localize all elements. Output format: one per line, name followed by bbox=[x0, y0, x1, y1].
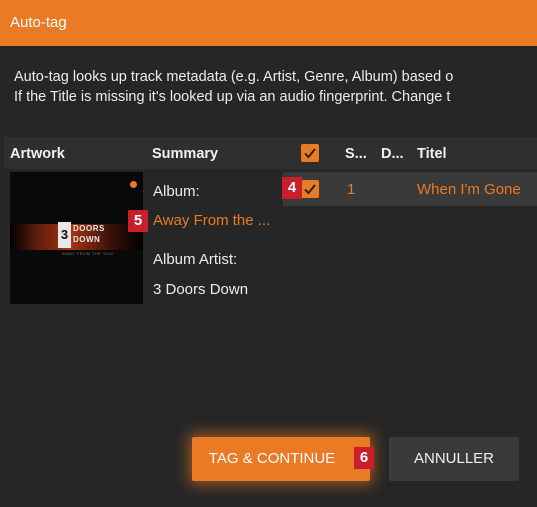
artwork-subtitle: AWAY FROM THE SUN bbox=[62, 251, 114, 256]
table-row[interactable]: 1 When I'm Gone bbox=[283, 172, 537, 206]
header-title[interactable]: Titel bbox=[417, 146, 447, 162]
album-label: Album: bbox=[153, 183, 200, 200]
dialog-title: Auto-tag bbox=[10, 14, 67, 31]
artwork-band-name: DOORS DOWN bbox=[73, 224, 105, 244]
checkmark-icon bbox=[304, 148, 316, 159]
table-header: Artwork Summary S... D... Titel bbox=[4, 137, 537, 169]
header-summary: Summary bbox=[152, 146, 219, 162]
tag-continue-button[interactable]: TAG & CONTINUE bbox=[192, 437, 370, 481]
description: Auto-tag looks up track metadata (e.g. A… bbox=[14, 67, 453, 107]
header-select-all-checkbox[interactable] bbox=[301, 144, 319, 162]
callout-badge-5: 5 bbox=[128, 210, 148, 232]
header-artwork: Artwork bbox=[10, 146, 65, 162]
album-value[interactable]: Away From the ... bbox=[153, 212, 270, 229]
callout-badge-4: 4 bbox=[282, 177, 302, 199]
description-line-2: If the Title is missing it's looked up v… bbox=[14, 89, 451, 105]
track-title: When I'm Gone bbox=[417, 181, 521, 198]
album-artist-value: 3 Doors Down bbox=[153, 281, 249, 298]
modified-indicator bbox=[130, 181, 137, 188]
album-artist-label: Album Artist: bbox=[153, 251, 238, 268]
header-s[interactable]: S... bbox=[345, 146, 367, 162]
tag-continue-label: TAG & CONTINUE bbox=[208, 450, 336, 467]
album-artwork: 3 DOORS DOWN AWAY FROM THE SUN bbox=[10, 172, 143, 304]
header-d[interactable]: D... bbox=[381, 146, 404, 162]
track-number: 1 bbox=[347, 181, 356, 198]
cancel-button[interactable]: ANNULLER bbox=[389, 437, 519, 481]
artwork-digit: 3 bbox=[58, 222, 71, 248]
dialog-titlebar: Auto-tag bbox=[0, 0, 537, 46]
description-line-1: Auto-tag looks up track metadata (e.g. A… bbox=[14, 69, 454, 85]
cancel-label: ANNULLER bbox=[413, 450, 495, 467]
track-checkbox[interactable] bbox=[301, 180, 319, 198]
checkmark-icon bbox=[304, 184, 316, 195]
callout-badge-6: 6 bbox=[354, 447, 374, 469]
